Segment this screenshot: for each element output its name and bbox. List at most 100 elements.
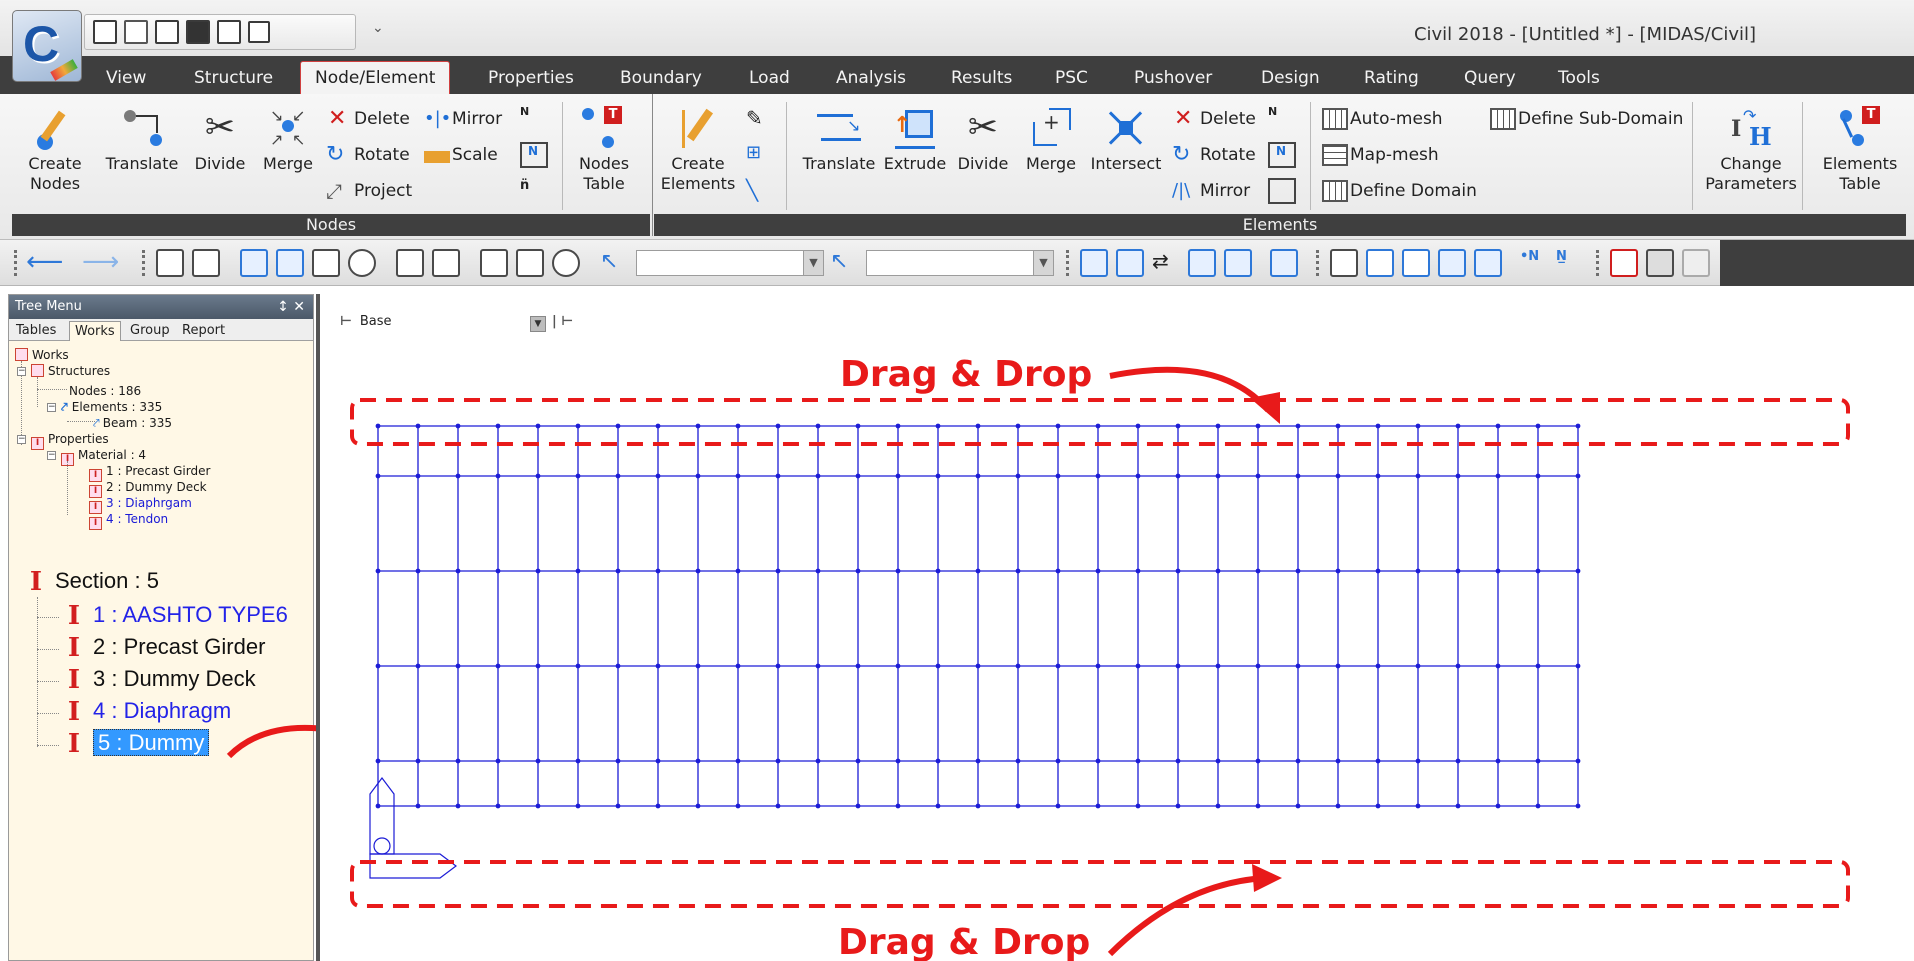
select-filter-combo[interactable]: ▼ — [636, 250, 824, 276]
delete-nodes-button[interactable]: ✕ Delete — [326, 104, 410, 134]
select-single-icon[interactable] — [240, 249, 268, 277]
zoom-window-icon[interactable] — [1366, 249, 1394, 277]
rotate-nodes-button[interactable]: ↻ Rotate — [326, 140, 410, 170]
structure-mesh[interactable] — [320, 294, 1914, 961]
tab-view[interactable]: View — [92, 62, 160, 94]
tab-group[interactable]: Group — [125, 321, 175, 341]
select-tree-icon[interactable] — [192, 249, 220, 277]
line-element-icon[interactable]: ╲ — [746, 178, 774, 204]
compact-nodes-icon[interactable]: N — [520, 104, 548, 130]
display-monitor-icon[interactable] — [1438, 249, 1466, 277]
tree-section-item[interactable]: I 3 : Dummy Deck — [61, 665, 256, 695]
tab-load[interactable]: Load — [735, 62, 804, 94]
save-as-icon[interactable] — [155, 20, 179, 44]
tab-psc[interactable]: PSC — [1041, 62, 1102, 94]
named-plane-icon[interactable] — [1270, 249, 1298, 277]
elements-table-button[interactable]: T Elements Table — [1812, 106, 1908, 194]
select-all-icon[interactable] — [348, 249, 376, 277]
unselect-window-icon[interactable] — [480, 249, 508, 277]
tab-structure[interactable]: Structure — [180, 62, 287, 94]
filter-pointer-icon[interactable]: ↖ — [830, 249, 858, 277]
toolbar-grip[interactable] — [1066, 250, 1069, 276]
open-folder-icon[interactable] — [124, 20, 148, 44]
tab-query[interactable]: Query — [1450, 62, 1530, 94]
collapse-toggle[interactable]: − — [47, 451, 56, 460]
lock-icon[interactable] — [1646, 249, 1674, 277]
scale-nodes-button[interactable]: Scale — [424, 140, 498, 170]
activate-all-icon[interactable] — [1188, 249, 1216, 277]
tree-beam[interactable]: ⤤ Beam : 335 — [93, 415, 172, 431]
create-nodes-button[interactable]: Create Nodes — [22, 106, 88, 194]
tab-node-element[interactable]: Node/Element — [300, 61, 451, 94]
tree-elements[interactable]: ⤤ Elements : 335 — [61, 399, 162, 415]
activate-by-identity-icon[interactable] — [1224, 249, 1252, 277]
new-file-icon[interactable] — [93, 20, 117, 44]
panel-controls[interactable]: ↕ ✕ — [277, 295, 305, 319]
toolbar-grip[interactable] — [1596, 250, 1599, 276]
tree-nodes[interactable]: Nodes : 186 — [69, 383, 141, 399]
rotate-elements-button[interactable]: ↻ Rotate — [1172, 140, 1256, 170]
tree-section-item[interactable]: I 2 : Precast Girder — [61, 633, 265, 663]
merge-nodes-button[interactable]: ↘ ↙ ↗ ↖ Merge — [258, 106, 318, 174]
tree-section-item[interactable]: I 1 : AASHTO TYPE6 — [61, 601, 288, 631]
select-polygon-icon[interactable] — [312, 249, 340, 277]
mirror-nodes-button[interactable]: •|•Mirror — [424, 104, 502, 134]
tab-results[interactable]: Results — [937, 62, 1026, 94]
mirror-elements-button[interactable]: /|\ Mirror — [1172, 176, 1250, 206]
toolbar-grip[interactable] — [1316, 250, 1319, 276]
tree-section[interactable]: I Section : 5 — [23, 567, 159, 597]
tab-tools[interactable]: Tools — [1544, 62, 1614, 94]
chevron-down-icon[interactable]: ▼ — [1033, 251, 1053, 275]
merge-elements-button[interactable]: + Merge — [1018, 106, 1084, 174]
collapse-toggle[interactable]: − — [47, 403, 56, 412]
tab-works[interactable]: Works — [69, 321, 121, 341]
tab-analysis[interactable]: Analysis — [822, 62, 920, 94]
node-number-toggle-icon[interactable]: •N — [1520, 249, 1548, 277]
tab-rating[interactable]: Rating — [1350, 62, 1433, 94]
tab-design[interactable]: Design — [1247, 62, 1334, 94]
tree-structures[interactable]: Structures — [31, 363, 110, 379]
tree-section-item[interactable]: I 4 : Diaphragm — [61, 697, 231, 727]
select-pointer-icon[interactable]: ↖ — [600, 249, 628, 277]
tab-properties[interactable]: Properties — [474, 62, 588, 94]
define-domain-button[interactable]: Define Domain — [1322, 176, 1477, 206]
divide-elements-button[interactable]: ✂ Divide — [952, 106, 1014, 174]
node-number-icon[interactable]: n̈ — [520, 178, 548, 204]
unlock-icon[interactable] — [1682, 249, 1710, 277]
divide-nodes-button[interactable]: ✂ Divide — [190, 106, 250, 174]
tab-pushover[interactable]: Pushover — [1120, 62, 1226, 94]
unselect-all-icon[interactable] — [552, 249, 580, 277]
tab-tables[interactable]: Tables — [11, 321, 61, 341]
select-previous-icon[interactable] — [396, 249, 424, 277]
tree-material-item[interactable]: I 4 : Tendon — [89, 511, 168, 530]
shrink-view-icon[interactable] — [1474, 249, 1502, 277]
undo-icon[interactable]: ⟵ — [26, 249, 63, 277]
compact-elements-icon[interactable]: N — [1268, 104, 1296, 130]
invert-active-icon[interactable]: ⇄ — [1152, 249, 1180, 277]
define-subdomain-button[interactable]: Define Sub-Domain — [1490, 104, 1683, 134]
element-type-icon[interactable]: ⊞ — [746, 142, 774, 168]
activate-icon[interactable] — [1080, 249, 1108, 277]
select-box-icon[interactable] — [276, 249, 304, 277]
extrude-button[interactable]: ↑ Extrude — [880, 106, 950, 174]
change-parameters-button[interactable]: I H ↷ Change Parameters — [1702, 106, 1800, 194]
create-elements-button[interactable]: Create Elements — [660, 106, 736, 194]
auto-mesh-button[interactable]: Auto-mesh — [1322, 104, 1443, 134]
qat-customize-dropdown[interactable]: ⌄ — [372, 20, 384, 36]
toolbar-grip[interactable] — [14, 250, 17, 276]
activity-filter-combo[interactable]: ▼ — [866, 250, 1054, 276]
inactivate-icon[interactable] — [1116, 249, 1144, 277]
translate-nodes-button[interactable]: Translate — [102, 106, 182, 174]
save-icon[interactable] — [186, 20, 210, 44]
hidden-view-icon[interactable] — [1402, 249, 1430, 277]
chevron-down-icon[interactable]: ▼ — [803, 251, 823, 275]
app-menu-button[interactable]: C — [12, 10, 82, 82]
model-view-icon[interactable] — [1610, 249, 1638, 277]
edit-element-icon[interactable]: ✎ — [746, 106, 774, 132]
collapse-toggle[interactable]: − — [17, 435, 26, 444]
zoom-fit-icon[interactable] — [1330, 249, 1358, 277]
renumber-nodes-icon[interactable]: N — [520, 142, 548, 168]
tree-works[interactable]: Works — [15, 347, 69, 363]
element-number-toggle-icon[interactable]: N̲ — [1556, 249, 1584, 277]
model-view[interactable]: ⊢ Base ▼ | ⊢ Drag & Drop Drag & Drop — [316, 294, 1914, 961]
